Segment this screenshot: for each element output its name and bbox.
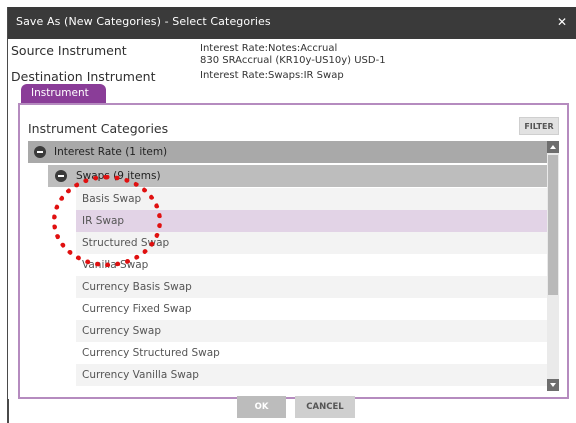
category-tree: Interest Rate (1 item) Swaps (9 items) B… [28,141,559,391]
source-instrument-value-line1: Interest Rate:Notes:Accrual [200,43,338,54]
tree-node-swaps[interactable]: Swaps (9 items) [48,165,548,187]
list-item-selected[interactable]: IR Swap [76,210,548,232]
ok-button[interactable]: OK [237,396,286,418]
collapse-icon[interactable] [55,170,67,182]
list-item[interactable]: Currency Swap [76,320,548,342]
dialog-border [8,399,9,423]
title-bar[interactable]: Save As (New Categories) - Select Catego… [8,7,576,39]
list-item[interactable]: Vanilla Swap [76,254,548,276]
list-item[interactable]: Currency Basis Swap [76,276,548,298]
list-item[interactable]: Currency Structured Swap [76,342,548,364]
vertical-scrollbar[interactable] [547,141,559,391]
source-instrument-label: Source Instrument [11,43,127,58]
scroll-up-icon[interactable] [547,141,559,153]
cancel-button[interactable]: CANCEL [295,396,355,418]
instrument-categories-panel: Instrument Categories FILTER Interest Ra… [18,103,569,399]
save-as-dialog: Save As (New Categories) - Select Catego… [7,7,576,423]
tree-node-label: Swaps (9 items) [76,170,161,182]
list-item[interactable]: Structured Swap [76,232,548,254]
close-icon[interactable]: ✕ [554,14,570,30]
source-instrument-value-line2: 830 SRAccrual (KR10y-US10y) USD-1 [200,55,386,66]
destination-instrument-label: Destination Instrument [11,69,156,84]
list-item[interactable]: Basis Swap [76,188,548,210]
list-item[interactable]: Currency Fixed Swap [76,298,548,320]
window-title: Save As (New Categories) - Select Catego… [16,15,271,28]
scroll-thumb[interactable] [548,155,558,295]
tab-instrument[interactable]: Instrument [21,84,106,104]
tree-node-label: Interest Rate (1 item) [54,146,168,158]
destination-instrument-value: Interest Rate:Swaps:IR Swap [200,70,344,81]
filter-button[interactable]: FILTER [519,117,559,135]
scroll-down-icon[interactable] [547,379,559,391]
collapse-icon[interactable] [34,146,46,158]
list-item[interactable]: Currency Vanilla Swap [76,364,548,386]
instrument-categories-heading: Instrument Categories [28,121,169,136]
tree-node-interest-rate[interactable]: Interest Rate (1 item) [28,141,548,163]
